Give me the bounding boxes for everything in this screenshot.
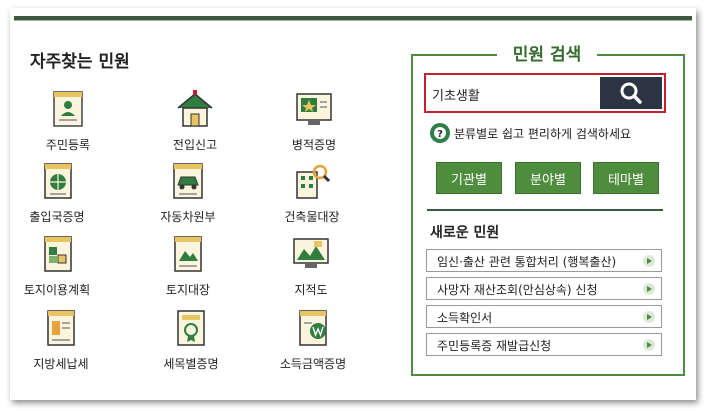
new-service-item[interactable]: 임신·출산 관련 통합처리 (행복출산): [426, 249, 662, 272]
arrow-right-icon: [643, 283, 655, 295]
service-label: 병적증명: [291, 138, 337, 152]
search-icon: [620, 82, 642, 104]
search-input[interactable]: [430, 81, 602, 107]
search-panel-title-wrap: 민원 검색: [497, 44, 597, 66]
svg-text:?: ?: [437, 129, 443, 140]
tax-item-icon: [168, 305, 214, 351]
new-service-item[interactable]: 소득확인서: [426, 305, 662, 328]
frequent-services-title: 자주찾는 민원: [30, 52, 130, 72]
land-ledger-icon: [165, 231, 211, 277]
service-cadastral-map[interactable]: 지적도: [256, 231, 366, 298]
search-hint: ? 분류별로 쉽고 편리하게 검색하세요: [430, 122, 631, 144]
search-panel-title: 민원 검색: [512, 45, 582, 65]
service-label: 자동차원부: [160, 210, 216, 224]
service-label: 전입신고: [172, 138, 218, 152]
new-service-item[interactable]: 사망자 재산조회(안심상속) 신청: [426, 277, 662, 300]
search-hint-text: 분류별로 쉽고 편리하게 검색하세요: [454, 126, 632, 141]
new-service-item[interactable]: 주민등록증 재발급신청: [426, 333, 662, 356]
new-service-label: 임신·출산 관련 통합처리 (행복출산): [437, 255, 617, 269]
service-label: 주민등록: [45, 138, 91, 152]
service-move-in-report[interactable]: 전입신고: [140, 86, 250, 153]
service-immigration-certificate[interactable]: 출입국증명: [2, 158, 112, 225]
cadastral-map-icon: [288, 231, 334, 277]
arrow-right-icon: [643, 255, 655, 267]
category-by-agency-button[interactable]: 기관별: [436, 162, 502, 194]
service-label: 토지대장: [165, 283, 211, 297]
service-resident-registration[interactable]: 주민등록: [13, 86, 123, 153]
building-search-icon: [289, 158, 335, 204]
immigration-globe-icon: [34, 158, 80, 204]
income-won-icon: [290, 305, 336, 351]
service-income-certificate[interactable]: 소득금액증명: [258, 305, 368, 372]
military-certificate-icon: [291, 86, 337, 132]
service-label: 토지이용계획: [23, 283, 91, 297]
house-icon: [172, 86, 218, 132]
car-document-icon: [165, 158, 211, 204]
new-service-label: 주민등록증 재발급신청: [437, 339, 552, 353]
service-vehicle-register[interactable]: 자동차원부: [133, 158, 243, 225]
top-line: [14, 20, 692, 21]
service-land-use-plan[interactable]: 토지이용계획: [2, 231, 112, 298]
land-plan-icon: [34, 231, 80, 277]
arrow-right-icon: [643, 311, 655, 323]
new-services-title: 새로운 민원: [430, 225, 500, 241]
service-building-register[interactable]: 건축물대장: [257, 158, 367, 225]
help-icon: ?: [430, 123, 450, 143]
panel-divider: [427, 209, 663, 211]
service-tax-item-certificate[interactable]: 세목별증명: [136, 305, 246, 372]
category-by-theme-button[interactable]: 테마별: [593, 162, 659, 194]
service-label: 지방세납세: [33, 357, 89, 371]
service-label: 세목별증명: [163, 357, 219, 371]
new-service-label: 소득확인서: [437, 311, 493, 325]
arrow-right-icon: [643, 339, 655, 351]
search-button[interactable]: [600, 77, 662, 109]
service-military-certificate[interactable]: 병적증명: [259, 86, 369, 153]
resident-registration-icon: [45, 86, 91, 132]
service-land-ledger[interactable]: 토지대장: [133, 231, 243, 298]
new-service-label: 사망자 재산조회(안심상속) 신청: [437, 283, 598, 297]
category-by-field-button[interactable]: 분야별: [515, 162, 581, 194]
service-label: 출입국증명: [29, 210, 85, 224]
service-label: 건축물대장: [284, 210, 340, 224]
service-local-tax[interactable]: 지방세납세: [6, 305, 116, 372]
service-label: 소득금액증명: [279, 357, 347, 371]
local-tax-icon: [38, 305, 84, 351]
search-box: [424, 73, 666, 113]
service-label: 지적도: [294, 283, 328, 297]
